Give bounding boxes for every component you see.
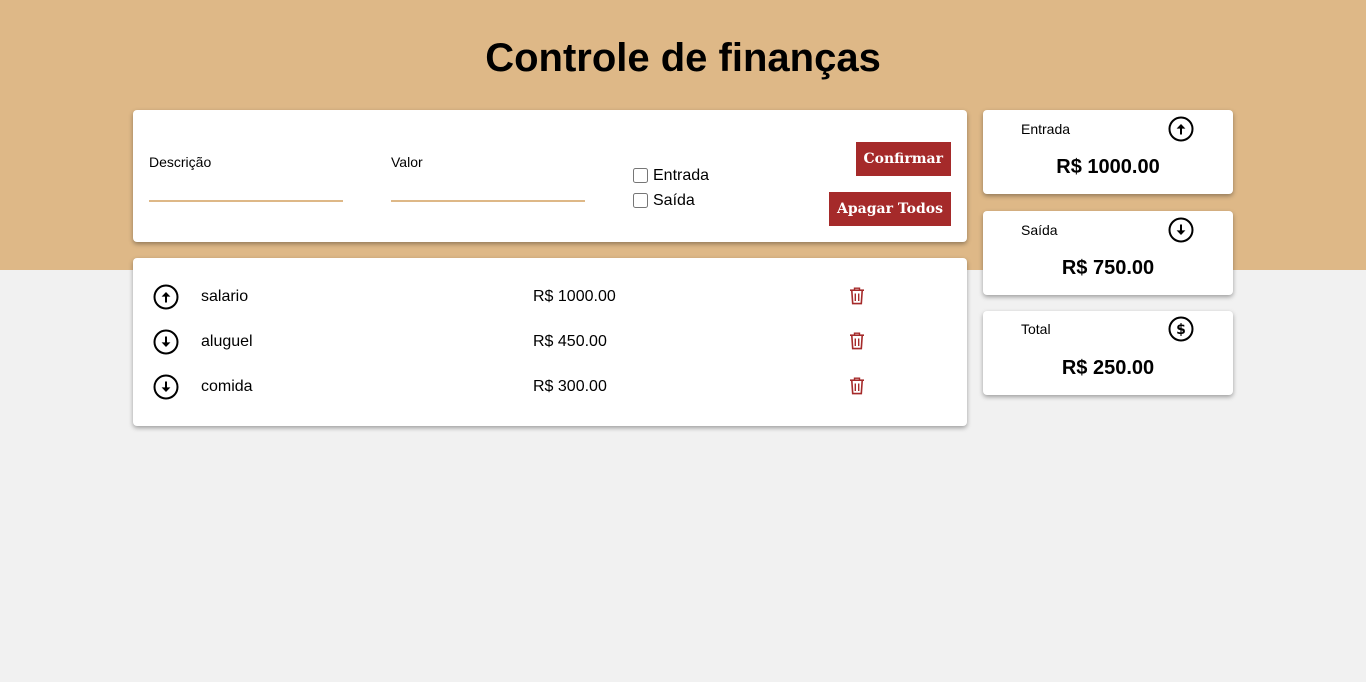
transaction-value: R$ 450.00: [533, 333, 607, 350]
transaction-description: comida: [201, 378, 253, 395]
saida-checkbox-label: Saída: [653, 191, 695, 209]
summary-entrada-value: R$ 1000.00: [1056, 156, 1160, 178]
transaction-value: R$ 300.00: [533, 378, 607, 395]
arrow-down-circle-icon: [153, 374, 179, 400]
arrow-down-circle-icon: [153, 329, 179, 355]
transaction-value: R$ 1000.00: [533, 288, 616, 305]
transaction-list: salario R$ 1000.00 aluguel R$ 450.00 com…: [133, 258, 967, 426]
description-input[interactable]: [149, 180, 343, 202]
transaction-form: Descrição Valor Entrada Saída Confirmar …: [133, 110, 967, 242]
arrow-down-circle-icon: [1168, 217, 1194, 243]
entrada-checkbox-label: Entrada: [653, 166, 710, 184]
value-input[interactable]: [391, 180, 585, 202]
arrow-up-circle-icon: [153, 284, 179, 310]
summary-saida-label: Saída: [1021, 222, 1058, 238]
description-label: Descrição: [149, 154, 212, 170]
saida-checkbox[interactable]: [633, 193, 648, 208]
saida-option: Saída: [633, 188, 709, 213]
trash-icon[interactable]: [849, 287, 865, 310]
list-item: salario R$ 1000.00: [133, 282, 967, 312]
summary-entrada-label: Entrada: [1021, 121, 1071, 137]
summary-card-total: Total $ R$ 250.00: [983, 311, 1233, 395]
summary-saida-value: R$ 750.00: [1061, 257, 1155, 279]
summary-total-value: R$ 250.00: [1061, 357, 1155, 379]
list-item: comida R$ 300.00: [133, 372, 967, 402]
type-checkboxes: Entrada Saída: [633, 163, 709, 213]
list-item: aluguel R$ 450.00: [133, 327, 967, 357]
dollar-circle-icon: $: [1168, 316, 1194, 342]
summary-card-saida: Saída R$ 750.00: [983, 211, 1233, 295]
confirm-button[interactable]: Confirmar: [855, 142, 951, 176]
transaction-description: aluguel: [201, 333, 253, 350]
entrada-checkbox[interactable]: [633, 168, 648, 183]
summary-total-label: Total: [1021, 321, 1051, 337]
arrow-up-circle-icon: [1168, 116, 1194, 142]
value-field-group: Valor: [391, 154, 585, 202]
transaction-description: salario: [201, 288, 249, 305]
page-title: Controle de finanças: [485, 36, 881, 80]
trash-icon[interactable]: [849, 377, 865, 400]
svg-text:$: $: [1176, 322, 1186, 338]
clear-all-button[interactable]: Apagar Todos: [829, 192, 951, 226]
value-label: Valor: [391, 154, 423, 170]
trash-icon[interactable]: [849, 332, 865, 355]
entrada-option: Entrada: [633, 163, 709, 188]
summary-card-entrada: Entrada R$ 1000.00: [983, 110, 1233, 194]
description-field-group: Descrição: [149, 154, 343, 202]
